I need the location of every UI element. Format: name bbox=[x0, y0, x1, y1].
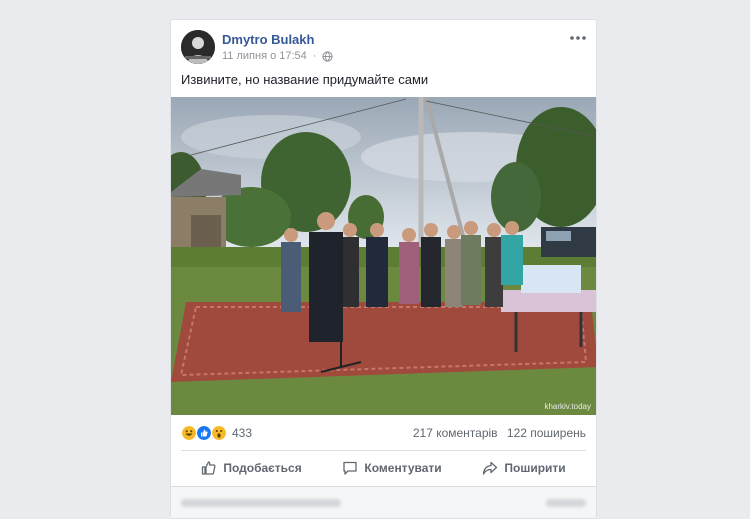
comment-label: Коментувати bbox=[364, 461, 442, 475]
blurred-text bbox=[546, 499, 586, 507]
post-card: Dmytro Bulakh 11 липня о 17:54 · Извинит… bbox=[170, 19, 597, 519]
avatar-image bbox=[181, 30, 215, 64]
share-button[interactable]: Поширити bbox=[470, 453, 577, 483]
post-meta: 11 липня о 17:54 · bbox=[222, 50, 334, 62]
more-options-icon[interactable] bbox=[568, 30, 588, 46]
globe-icon[interactable] bbox=[322, 50, 334, 62]
thumbs-up-icon bbox=[202, 461, 216, 475]
share-label: Поширити bbox=[504, 461, 566, 475]
author-avatar[interactable] bbox=[181, 30, 215, 64]
comments-count[interactable]: 217 коментарів bbox=[413, 426, 498, 440]
photo-scene: kharkiv.today bbox=[171, 97, 596, 415]
blurred-text bbox=[181, 499, 341, 507]
haha-icon bbox=[181, 425, 197, 441]
comment-icon bbox=[343, 461, 358, 475]
like-icon bbox=[196, 425, 212, 441]
reactions-count: 433 bbox=[232, 426, 253, 440]
like-button[interactable]: Подобається bbox=[189, 453, 313, 483]
wow-icon bbox=[211, 425, 227, 441]
post-header: Dmytro Bulakh 11 липня о 17:54 · bbox=[171, 20, 596, 72]
engagement-counts: 217 коментарів 122 поширень bbox=[407, 426, 586, 440]
comments-footer bbox=[171, 487, 596, 518]
share-icon bbox=[483, 461, 498, 475]
action-bar: Подобається Коментувати Поширити bbox=[181, 451, 586, 485]
like-label: Подобається bbox=[223, 461, 302, 475]
author-name[interactable]: Dmytro Bulakh bbox=[222, 32, 314, 47]
post-text: Извините, но название придумайте сами bbox=[181, 72, 429, 87]
comment-button[interactable]: Коментувати bbox=[330, 453, 453, 483]
reactions-summary[interactable]: 433 bbox=[181, 425, 252, 441]
photo-watermark: kharkiv.today bbox=[544, 402, 591, 411]
post-photo[interactable]: kharkiv.today bbox=[171, 97, 596, 415]
reactions-row: 433 217 коментарів 122 поширень bbox=[181, 424, 586, 442]
shares-count[interactable]: 122 поширень bbox=[507, 426, 586, 440]
post-timestamp[interactable]: 11 липня о 17:54 bbox=[222, 50, 307, 62]
